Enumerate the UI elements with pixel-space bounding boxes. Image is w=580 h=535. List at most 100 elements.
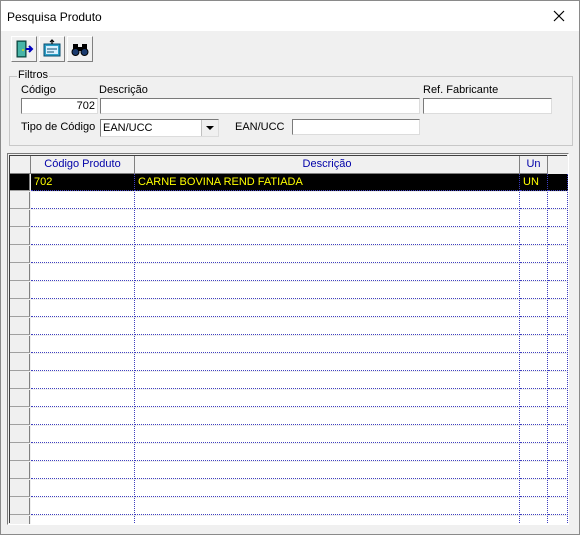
table-row[interactable] xyxy=(10,264,568,281)
descricao-field[interactable] xyxy=(100,98,420,114)
cell-descricao[interactable] xyxy=(135,282,520,299)
cell-filler[interactable] xyxy=(548,174,568,191)
row-indicator[interactable] xyxy=(10,426,30,443)
row-indicator[interactable] xyxy=(10,282,30,299)
cell-descricao[interactable] xyxy=(135,264,520,281)
cell-un[interactable] xyxy=(520,354,548,371)
table-row[interactable] xyxy=(10,462,568,479)
cell-codigo[interactable] xyxy=(31,336,135,353)
table-row[interactable] xyxy=(10,408,568,425)
cell-un[interactable] xyxy=(520,336,548,353)
cell-descricao[interactable] xyxy=(135,444,520,461)
cell-codigo[interactable]: 702 xyxy=(31,174,135,191)
table-row[interactable] xyxy=(10,336,568,353)
cell-un[interactable] xyxy=(520,444,548,461)
cell-un[interactable]: UN xyxy=(520,174,548,191)
row-indicator[interactable] xyxy=(10,354,30,371)
row-indicator[interactable] xyxy=(10,264,30,281)
column-header-un[interactable]: Un xyxy=(520,156,548,174)
row-indicator[interactable] xyxy=(10,174,30,191)
row-indicator[interactable] xyxy=(10,408,30,425)
row-indicator[interactable] xyxy=(10,462,30,479)
cell-filler[interactable] xyxy=(548,246,568,263)
cell-filler[interactable] xyxy=(548,480,568,497)
cell-descricao[interactable] xyxy=(135,498,520,515)
table-row[interactable] xyxy=(10,228,568,245)
cell-descricao[interactable] xyxy=(135,192,520,209)
cell-un[interactable] xyxy=(520,300,548,317)
table-row[interactable] xyxy=(10,372,568,389)
cell-codigo[interactable] xyxy=(31,480,135,497)
cell-un[interactable] xyxy=(520,498,548,515)
cell-un[interactable] xyxy=(520,480,548,497)
row-indicator[interactable] xyxy=(10,444,30,461)
row-indicator[interactable] xyxy=(10,390,30,407)
cell-filler[interactable] xyxy=(548,264,568,281)
cell-descricao[interactable] xyxy=(135,300,520,317)
cell-codigo[interactable] xyxy=(31,228,135,245)
cell-codigo[interactable] xyxy=(31,282,135,299)
row-indicator[interactable] xyxy=(10,516,30,524)
cell-un[interactable] xyxy=(520,372,548,389)
cell-descricao[interactable] xyxy=(135,462,520,479)
cell-filler[interactable] xyxy=(548,318,568,335)
cell-codigo[interactable] xyxy=(31,426,135,443)
cell-descricao[interactable] xyxy=(135,426,520,443)
row-indicator[interactable] xyxy=(10,498,30,515)
table-row[interactable] xyxy=(10,426,568,443)
row-indicator[interactable] xyxy=(10,192,30,209)
table-row[interactable] xyxy=(10,318,568,335)
table-row[interactable]: 702 CARNE BOVINA REND FATIADA UN xyxy=(10,174,568,191)
cell-descricao[interactable] xyxy=(135,318,520,335)
cell-codigo[interactable] xyxy=(31,390,135,407)
exit-button[interactable] xyxy=(11,36,37,62)
cell-codigo[interactable] xyxy=(31,372,135,389)
cell-descricao[interactable] xyxy=(135,336,520,353)
cell-codigo[interactable] xyxy=(31,444,135,461)
column-header-descricao[interactable]: Descrição xyxy=(135,156,520,174)
table-row[interactable] xyxy=(10,210,568,227)
table-row[interactable] xyxy=(10,354,568,371)
cell-filler[interactable] xyxy=(548,192,568,209)
cell-codigo[interactable] xyxy=(31,246,135,263)
cell-filler[interactable] xyxy=(548,426,568,443)
cell-codigo[interactable] xyxy=(31,264,135,281)
ref-fabricante-field[interactable] xyxy=(423,98,552,114)
cell-filler[interactable] xyxy=(548,300,568,317)
cell-filler[interactable] xyxy=(548,228,568,245)
cell-codigo[interactable] xyxy=(31,192,135,209)
ean-field[interactable] xyxy=(292,119,420,135)
table-row[interactable] xyxy=(10,246,568,263)
table-row[interactable] xyxy=(10,444,568,461)
cell-filler[interactable] xyxy=(548,462,568,479)
cell-un[interactable] xyxy=(520,192,548,209)
cell-descricao[interactable] xyxy=(135,246,520,263)
cell-codigo[interactable] xyxy=(31,408,135,425)
cell-filler[interactable] xyxy=(548,408,568,425)
column-header-codigo[interactable]: Código Produto xyxy=(31,156,135,174)
cell-descricao[interactable]: CARNE BOVINA REND FATIADA xyxy=(135,174,520,191)
close-button[interactable] xyxy=(539,1,579,31)
cell-filler[interactable] xyxy=(548,372,568,389)
cell-un[interactable] xyxy=(520,228,548,245)
cell-codigo[interactable] xyxy=(31,354,135,371)
cell-descricao[interactable] xyxy=(135,516,520,524)
cell-filler[interactable] xyxy=(548,516,568,524)
cell-filler[interactable] xyxy=(548,282,568,299)
cell-descricao[interactable] xyxy=(135,354,520,371)
row-indicator[interactable] xyxy=(10,246,30,263)
cell-un[interactable] xyxy=(520,210,548,227)
cell-descricao[interactable] xyxy=(135,408,520,425)
cell-descricao[interactable] xyxy=(135,210,520,227)
cell-descricao[interactable] xyxy=(135,372,520,389)
cell-un[interactable] xyxy=(520,282,548,299)
cell-codigo[interactable] xyxy=(31,210,135,227)
table-row[interactable] xyxy=(10,516,568,524)
table-row[interactable] xyxy=(10,192,568,209)
row-indicator[interactable] xyxy=(10,480,30,497)
row-indicator[interactable] xyxy=(10,318,30,335)
table-row[interactable] xyxy=(10,282,568,299)
clear-button[interactable] xyxy=(39,36,65,62)
cell-filler[interactable] xyxy=(548,390,568,407)
codigo-field[interactable]: 702 xyxy=(21,98,98,114)
